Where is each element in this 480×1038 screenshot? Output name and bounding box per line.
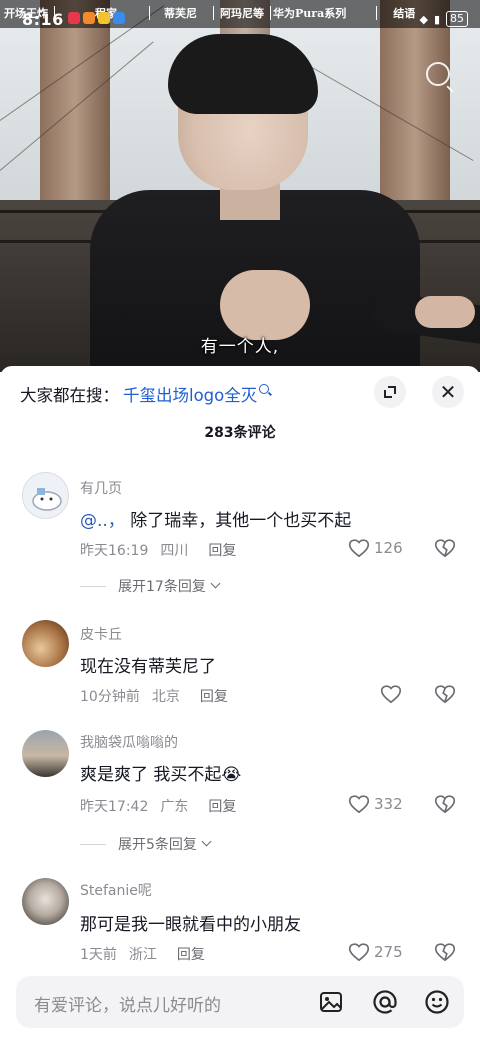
battery-icon: 85 [446, 11, 468, 27]
mention-icon[interactable] [372, 989, 398, 1015]
notification-icon [68, 12, 80, 24]
status-notification-icons [68, 12, 125, 24]
signal-icon: ▮ [433, 12, 440, 26]
comments-sheet: 大家都在搜： 千玺出场logo全灭 ✕ 283条评论 [0, 366, 480, 1038]
trending-search[interactable]: 大家都在搜： 千玺出场logo全灭 [20, 378, 270, 410]
like-count: 275 [374, 943, 403, 961]
comment-username[interactable]: 有几页 [80, 478, 122, 498]
person-hair [168, 34, 318, 114]
ticker-item: 华为Pura系列 [273, 7, 347, 20]
chevron-down-icon [210, 578, 221, 588]
reply-button[interactable]: 回复 [200, 686, 228, 706]
expand-button[interactable] [374, 376, 406, 408]
comment-location: 浙江 [128, 947, 157, 963]
chevron-down-icon [201, 836, 212, 846]
comment-time: 1天前 [80, 947, 117, 963]
person-hand-right [415, 296, 475, 328]
ticker-divider [376, 6, 378, 20]
heart-icon [348, 943, 370, 962]
trending-search-term[interactable]: 千玺出场logo全灭 [123, 382, 257, 406]
notification-icon [113, 12, 125, 24]
camera-search-icon[interactable] [426, 62, 450, 86]
like-button[interactable]: 275 [348, 942, 403, 962]
avatar[interactable] [22, 878, 69, 925]
comment-meta: 1天前 浙江 回复 [80, 944, 205, 964]
comment-location: 广东 [160, 799, 189, 815]
comment-count: 283条评论 [204, 425, 276, 441]
comment-username[interactable]: 我脑袋瓜嗡嗡的 [80, 732, 178, 752]
comment-username[interactable]: 皮卡丘 [80, 624, 122, 644]
comment-location: 四川 [160, 543, 189, 559]
expand-replies-button[interactable]: 展开17条回复 [80, 576, 221, 596]
comment-text: @..， 除了瑞幸，其他一个也买不起 [80, 506, 351, 531]
avatar[interactable] [22, 472, 69, 519]
reply-button[interactable]: 回复 [177, 944, 205, 964]
expand-icon [384, 386, 396, 398]
comment-username[interactable]: Stefanie呢 [80, 880, 152, 900]
heart-icon [380, 685, 402, 704]
ticker-divider [149, 6, 150, 20]
heart-icon [348, 795, 370, 814]
ticker-item: 阿玛尼等 [220, 7, 264, 20]
avatar[interactable] [22, 620, 69, 667]
ticker-divider [270, 6, 271, 20]
comment-text: 现在没有蒂芙尼了 [80, 657, 216, 677]
status-right: ◆ ▮ 85 [419, 11, 468, 27]
heart-icon [348, 539, 370, 558]
close-button[interactable]: ✕ [432, 376, 464, 408]
like-button[interactable]: 126 [348, 538, 403, 558]
video-subtitle: 有一个人, [200, 337, 280, 357]
notification-icon [98, 12, 110, 24]
status-time: 8:16 [22, 10, 64, 29]
close-icon: ✕ [439, 380, 457, 404]
comment-text: 爽是爽了 我买不起😭 [80, 765, 242, 785]
person-hand [220, 270, 310, 340]
image-icon[interactable] [318, 989, 344, 1015]
reply-button[interactable]: 回复 [208, 796, 236, 816]
reply-button[interactable]: 回复 [208, 540, 236, 560]
video-player[interactable]: 开场王炸 程家 蒂芙尼 阿玛尼等 华为Pura系列 结语 8:16 ◆ ▮ 85… [0, 0, 480, 372]
like-button[interactable]: 332 [348, 794, 403, 814]
dislike-icon[interactable] [434, 684, 456, 704]
expand-replies-button[interactable]: 展开5条回复 [80, 834, 212, 854]
expand-replies-label: 展开17条回复 [118, 579, 206, 595]
ticker-divider [213, 6, 214, 20]
search-icon [259, 384, 270, 394]
video-person [70, 34, 480, 372]
wifi-icon: ◆ [419, 12, 428, 26]
comment-mention[interactable]: @..， [80, 511, 125, 531]
avatar[interactable] [22, 730, 69, 777]
ticker-item: 蒂芙尼 [164, 7, 197, 20]
dislike-icon[interactable] [434, 942, 456, 962]
comment-meta: 昨天17:42 广东 回复 [80, 796, 236, 816]
dislike-icon[interactable] [434, 794, 456, 814]
emoji-icon[interactable] [424, 989, 450, 1015]
like-count: 126 [374, 539, 403, 557]
comment-meta: 昨天16:19 四川 回复 [80, 540, 236, 560]
comment-input-bar[interactable]: 有爱评论，说点儿好听的 [16, 976, 464, 1028]
dislike-icon[interactable] [434, 538, 456, 558]
comment-text: 那可是我一眼就看中的小朋友 [80, 915, 301, 935]
like-button[interactable] [380, 684, 406, 704]
notification-icon [83, 12, 95, 24]
comment-time: 昨天17:42 [80, 799, 149, 815]
ticker-item: 结语 [393, 7, 416, 20]
like-count: 332 [374, 795, 403, 813]
comment-meta: 10分钟前 北京 回复 [80, 686, 228, 706]
comment-time: 10分钟前 [80, 689, 140, 705]
comment-input[interactable]: 有爱评论，说点儿好听的 [34, 991, 221, 1016]
comment-location: 北京 [151, 689, 180, 705]
comment-body: 除了瑞幸，其他一个也买不起 [124, 511, 352, 531]
comment-time: 昨天16:19 [80, 543, 149, 559]
expand-replies-label: 展开5条回复 [118, 837, 197, 853]
avatar-illustration [32, 488, 62, 511]
trending-search-label: 大家都在搜： [20, 386, 119, 405]
